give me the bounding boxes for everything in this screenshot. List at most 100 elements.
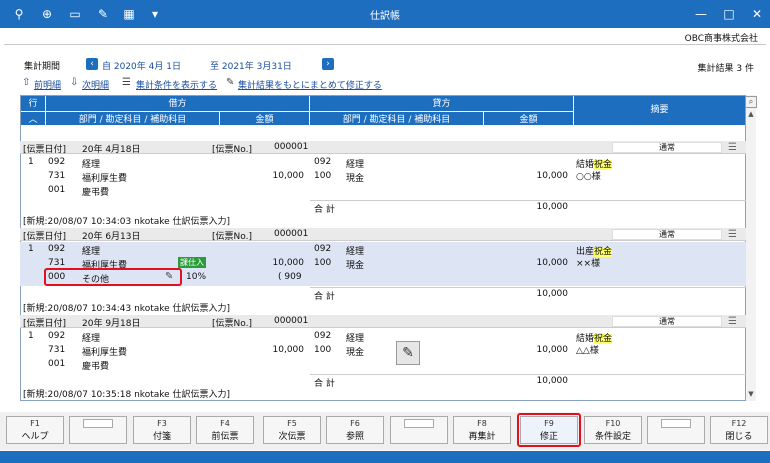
f5-next-voucher-button[interactable]: F5 次伝票 (263, 416, 321, 444)
f10-conditions-button[interactable]: F10 条件設定 (584, 416, 642, 444)
scroll-down-arrow[interactable]: ▼ (746, 390, 756, 400)
bulk-fix-link[interactable]: 集計結果をもとにまとめて修正する (238, 78, 382, 91)
vertical-scrollbar[interactable] (746, 95, 756, 401)
f8-recalc-button[interactable]: F8 再集計 (453, 416, 511, 444)
credit-dept-header: 部門 / 勘定科目 / 補助科目 (309, 111, 483, 125)
f11-blank-button[interactable] (647, 416, 705, 444)
credit-header: 貸方 (309, 96, 573, 111)
fkey-label: ヘルプ (21, 432, 49, 442)
f3-sticky-button[interactable]: F3 付箋 (133, 416, 191, 444)
total-amount: 10,000 (536, 289, 569, 299)
fkey-code: F3 (157, 419, 167, 428)
credit-amount: 10,000 (536, 258, 569, 268)
row-number: 1 (28, 157, 34, 167)
summary-line2: ○○様 (576, 172, 601, 182)
scroll-up-arrow[interactable]: ▲ (746, 110, 756, 120)
credit-acct-name: 現金 (346, 174, 365, 184)
edit-pencil-icon[interactable]: ✎ (396, 341, 420, 365)
voucher-1[interactable]: [伝票日付] 20年 4月18日 [伝票No.] 000001 通常 ☰ 1 0… (20, 141, 746, 229)
debit-amount-header: 金額 (219, 111, 309, 125)
row-number: 1 (28, 331, 34, 341)
credit-dept-code: 092 (314, 244, 332, 254)
no-label: [伝票No.] (212, 145, 252, 155)
total-label: 合 計 (314, 379, 335, 389)
company-name: OBC商事株式会社 (684, 34, 758, 44)
voucher-2[interactable]: [伝票日付] 20年 6月13日 [伝票No.] 000001 通常 ☰ 1 0… (20, 228, 746, 316)
menu-icon[interactable]: ☰ (728, 316, 737, 327)
pencil-icon: ✎ (226, 77, 235, 88)
credit-acct-name: 現金 (346, 348, 365, 358)
fkey-code: F5 (287, 419, 297, 428)
menu-icon[interactable]: ☰ (728, 142, 737, 153)
fkey-code: F4 (220, 419, 230, 428)
debit-dept-name: 経理 (82, 160, 101, 170)
fkey-blank (83, 419, 113, 428)
date-label: [伝票日付] (23, 319, 67, 329)
date-label: [伝票日付] (23, 145, 67, 155)
sort-toggle-button[interactable]: ︿ (21, 111, 45, 125)
debit-dept-name: 経理 (82, 334, 101, 344)
fkey-label: 参照 (345, 432, 364, 442)
callout-highlight-box (517, 413, 581, 447)
f12-close-button[interactable]: F12 閉じる (710, 416, 768, 444)
no-label: [伝票No.] (212, 319, 252, 329)
voucher-footer: [新規:20/08/07 10:34:03 nkotake 仕訳伝票入力] (23, 217, 231, 227)
date-label: [伝票日付] (23, 232, 67, 242)
show-conditions-link[interactable]: 集計条件を表示する (136, 78, 217, 91)
credit-dept-name: 経理 (346, 334, 365, 344)
voucher-header: [伝票日付] 20年 9月18日 [伝票No.] 000001 通常 ☰ (20, 315, 746, 329)
maximize-button[interactable]: □ (718, 4, 740, 24)
fkey-label: 再集計 (468, 432, 496, 442)
voucher-3[interactable]: [伝票日付] 20年 9月18日 [伝票No.] 000001 通常 ☰ 1 0… (20, 315, 746, 401)
fkey-code: F12 (731, 419, 747, 428)
minimize-button[interactable]: — (690, 4, 712, 24)
credit-dept-name: 経理 (346, 247, 365, 257)
fkey-blank (661, 419, 691, 428)
no-label: [伝票No.] (212, 232, 252, 242)
prev-detail-link[interactable]: 前明細 (34, 78, 61, 91)
credit-acct-code: 100 (314, 258, 332, 268)
next-detail-link[interactable]: 次明細 (82, 78, 109, 91)
period-prev-button[interactable]: ‹ (86, 58, 98, 70)
f2-blank-button[interactable] (69, 416, 127, 444)
debit-sub-name: 慶弔費 (82, 188, 110, 198)
menu-icon[interactable]: ☰ (728, 229, 737, 240)
f4-prev-voucher-button[interactable]: F4 前伝票 (196, 416, 254, 444)
fkey-label: 付箋 (152, 432, 171, 442)
credit-dept-code: 092 (314, 157, 332, 167)
fkey-label: 条件設定 (594, 432, 631, 442)
close-button[interactable]: ✕ (746, 4, 768, 24)
voucher-date: 20年 4月18日 (82, 145, 141, 155)
row-number: 1 (28, 244, 34, 254)
credit-acct-name: 現金 (346, 261, 365, 271)
fkey-label: 閉じる (725, 432, 753, 442)
debit-amount: 10,000 (272, 258, 305, 268)
voucher-date: 20年 9月18日 (82, 319, 141, 329)
debit-sub-code: 001 (48, 359, 66, 369)
row-header: 行 (21, 96, 45, 111)
debit-amount: 10,000 (272, 171, 305, 181)
total-label: 合 計 (314, 292, 335, 302)
total-row: 合 計 10,000 (310, 374, 746, 389)
period-from: 自 2020年 4月 1日 (102, 62, 181, 72)
period-next-button[interactable]: › (322, 58, 334, 70)
voucher-footer: [新規:20/08/07 10:34:43 nkotake 仕訳伝票入力] (23, 304, 231, 314)
total-row: 合 計 10,000 (310, 200, 746, 215)
f6-reference-button[interactable]: F6 参照 (326, 416, 384, 444)
tax-tag: 課仕入 (178, 257, 206, 268)
voucher-date: 20年 6月13日 (82, 232, 141, 242)
result-count: 集計結果 3 件 (697, 64, 754, 74)
credit-acct-code: 100 (314, 345, 332, 355)
total-amount: 10,000 (536, 202, 569, 212)
voucher-no: 000001 (274, 142, 309, 152)
fkey-label: 次伝票 (278, 432, 306, 442)
f1-help-button[interactable]: F1 ヘルプ (6, 416, 64, 444)
f7-blank-button[interactable] (390, 416, 448, 444)
list-icon: ☰ (122, 77, 131, 88)
voucher-footer: [新規:20/08/07 10:35:18 nkotake 仕訳伝票入力] (23, 390, 231, 400)
grid-search-icon[interactable]: ⌕ (745, 96, 757, 108)
total-amount: 10,000 (536, 376, 569, 386)
down-arrow-icon: ⇩ (70, 77, 79, 88)
credit-amount-header: 金額 (483, 111, 573, 125)
credit-dept-code: 092 (314, 331, 332, 341)
